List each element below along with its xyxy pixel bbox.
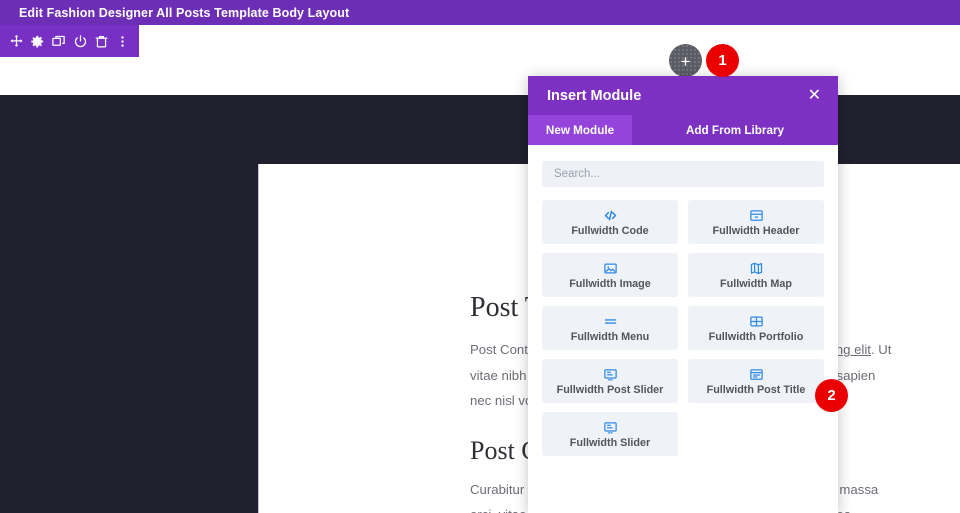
add-module-button[interactable]: + (669, 44, 702, 77)
module-label: Fullwidth Code (571, 224, 649, 237)
top-title-bar: Edit Fashion Designer All Posts Template… (0, 0, 960, 25)
module-card-fullwidth-slider[interactable]: Fullwidth Slider (542, 412, 678, 456)
module-card-fullwidth-map[interactable]: Fullwidth Map (688, 253, 824, 297)
gear-icon[interactable] (29, 32, 47, 50)
module-label: Fullwidth Post Slider (556, 383, 664, 396)
module-card-fullwidth-post-slider[interactable]: Fullwidth Post Slider (542, 359, 678, 403)
module-label: Fullwidth Post Title (706, 383, 806, 396)
header-icon (749, 208, 764, 223)
modal-tabs: New Module Add From Library (528, 115, 838, 145)
module-card-fullwidth-menu[interactable]: Fullwidth Menu (542, 306, 678, 350)
code-icon (603, 208, 618, 223)
insert-module-modal: Insert Module ✕ New Module Add From Libr… (528, 76, 838, 513)
module-card-fullwidth-portfolio[interactable]: Fullwidth Portfolio (688, 306, 824, 350)
modal-header: Insert Module ✕ (528, 76, 838, 115)
callout-badge-2: 2 (815, 379, 848, 412)
post-slider-icon (603, 367, 618, 382)
module-label: Fullwidth Image (569, 277, 651, 290)
module-card-fullwidth-header[interactable]: Fullwidth Header (688, 200, 824, 244)
menu-icon (603, 314, 618, 329)
map-icon (749, 261, 764, 276)
module-label: Fullwidth Portfolio (708, 330, 804, 343)
module-label: Fullwidth Slider (569, 436, 651, 449)
duplicate-icon[interactable] (50, 32, 68, 50)
screen-root: Edit Fashion Designer All Posts Template… (0, 0, 960, 513)
module-toolbar[interactable] (0, 25, 139, 57)
plus-icon: + (680, 52, 691, 71)
close-icon[interactable]: ✕ (808, 87, 821, 104)
tab-add-from-library[interactable]: Add From Library (632, 115, 838, 145)
module-card-fullwidth-code[interactable]: Fullwidth Code (542, 200, 678, 244)
power-icon[interactable] (71, 32, 89, 50)
more-vertical-icon[interactable] (113, 32, 131, 50)
page-title: Edit Fashion Designer All Posts Template… (19, 5, 350, 20)
module-label: Fullwidth Menu (570, 330, 650, 343)
module-label: Fullwidth Header (712, 224, 800, 237)
trash-icon[interactable] (92, 32, 110, 50)
callout-badge-1: 1 (706, 44, 739, 77)
move-icon[interactable] (8, 32, 26, 50)
modal-title: Insert Module (547, 87, 642, 104)
module-grid: Fullwidth Code Fullwidth Header Fullwidt… (542, 200, 824, 456)
module-card-fullwidth-post-title[interactable]: Fullwidth Post Title (688, 359, 824, 403)
post-title-icon (749, 367, 764, 382)
portfolio-icon (749, 314, 764, 329)
tab-new-module[interactable]: New Module (528, 115, 632, 145)
module-label: Fullwidth Map (720, 277, 792, 290)
image-icon (603, 261, 618, 276)
modal-body: Fullwidth Code Fullwidth Header (528, 145, 838, 513)
module-card-fullwidth-image[interactable]: Fullwidth Image (542, 253, 678, 297)
search-input[interactable] (542, 161, 824, 187)
slider-icon (603, 420, 618, 435)
